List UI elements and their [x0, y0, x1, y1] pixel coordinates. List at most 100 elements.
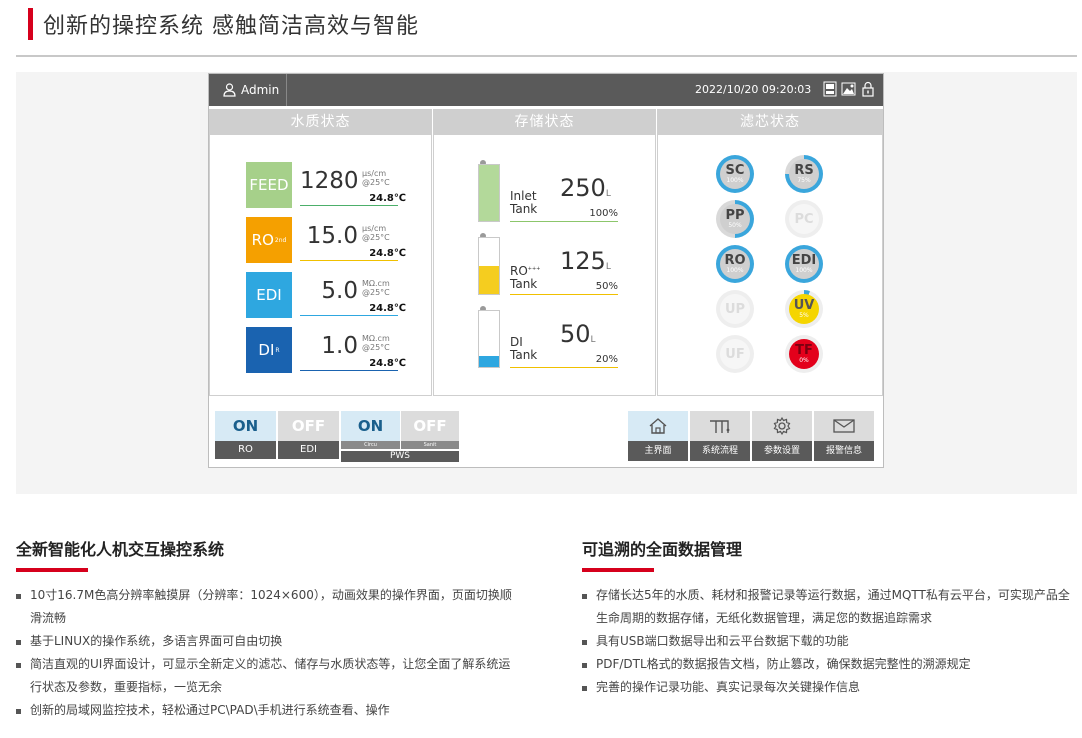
- feature-list: 存储长达5年的水质、耗材和报警记录等运行数据，通过MQTT私有云平台，可实现产品…: [582, 584, 1072, 699]
- nav-settings-button[interactable]: 参数设置: [752, 411, 812, 461]
- switch-state: ON: [215, 411, 276, 441]
- filter-edi-indicator[interactable]: EDI 100%: [785, 245, 823, 283]
- ro-switch[interactable]: ON RO: [215, 411, 276, 459]
- sensor-temp: 24.8℃: [369, 193, 406, 204]
- sensor-unit: MΩ.cm @25°C: [362, 334, 390, 352]
- filter-percent: 75%: [797, 177, 811, 184]
- unit-line: MΩ.cm: [362, 279, 390, 288]
- user-icon: [223, 83, 236, 97]
- filter-percent: 0%: [799, 357, 809, 364]
- tank-volume-unit: L: [605, 189, 611, 199]
- sensor-unit: MΩ.cm @25°C: [362, 279, 390, 297]
- screen-icon[interactable]: [822, 80, 837, 98]
- water-quality-row: FEED 1280 μs/cm @25°C 24.8℃: [246, 162, 406, 208]
- panel-title: 存储状态: [434, 110, 655, 135]
- feature-item: 简洁直观的UI界面设计，可显示全新定义的滤芯、储存与水质状态等，让您全面了解系统…: [16, 653, 516, 699]
- tank-fill: [479, 266, 499, 294]
- section-title: 全新智能化人机交互操控系统: [16, 540, 225, 559]
- switch-label: EDI: [278, 441, 339, 459]
- filter-name: EDI: [791, 253, 817, 268]
- tank-volume: 125L: [560, 247, 611, 275]
- unit-ref: @25°C: [362, 233, 390, 242]
- water-quality-row: EDI 5.0 MΩ.cm @25°C 24.8℃: [246, 272, 406, 318]
- filter-name: TF: [795, 343, 813, 358]
- sensor-badge: EDI: [246, 272, 292, 318]
- filter-name: RO: [724, 253, 746, 268]
- unit-ref: @25°C: [362, 288, 390, 297]
- tank-name-2: Tank: [510, 277, 538, 291]
- filter-tf-indicator[interactable]: TF 0%: [785, 335, 823, 373]
- panel-title: 滤芯状态: [658, 110, 882, 135]
- sensor-temp: 24.8℃: [369, 248, 406, 259]
- filter-name: PP: [725, 208, 745, 223]
- nav-home-button[interactable]: 主界面: [628, 411, 688, 461]
- tank-gauge: [478, 237, 500, 295]
- filter-percent: 100%: [726, 267, 744, 274]
- filter-sc-indicator[interactable]: SC 100%: [716, 155, 754, 193]
- switch-state: OFF: [278, 411, 339, 441]
- filter-pp-indicator[interactable]: PP 50%: [716, 200, 754, 238]
- filter-pc-indicator[interactable]: PC: [785, 200, 823, 238]
- sensor-name: EDI: [256, 286, 282, 304]
- sensor-unit: μs/cm @25°C: [362, 169, 390, 187]
- nav-label: 参数设置: [752, 441, 812, 461]
- feature-item: 基于LINUX的操作系统，多语言界面可自由切换: [16, 630, 516, 653]
- title-divider: [16, 55, 1077, 57]
- page-header: 创新的操控系统 感触简洁高效与智能: [28, 8, 419, 40]
- sensor-sup: R: [275, 346, 280, 354]
- gear-icon: [773, 416, 791, 436]
- tank-percent: 20%: [595, 354, 618, 365]
- lock-icon[interactable]: [860, 80, 875, 98]
- sensor-name: FEED: [249, 176, 289, 194]
- filter-name: UP: [724, 301, 746, 317]
- storage-panel: 存储状态 Inlet Tank 250L 100% RO+++ Tank 125L 50% DI…: [433, 109, 656, 396]
- feature-section-hmi: 全新智能化人机交互操控系统 10寸16.7M色高分辨率触摸屏（分辨率：1024×…: [16, 536, 516, 722]
- home-icon: [649, 418, 667, 434]
- filter-panel: 滤芯状态 SC 100% RS 75% PP 50% PC RO 100% EDI 100% UP UV…: [657, 109, 883, 396]
- unit-ref: @25°C: [362, 343, 390, 352]
- sensor-sup: 2nd: [274, 236, 287, 244]
- tank-volume-value: 125: [560, 247, 606, 275]
- switch-sublabel: Sanit: [401, 441, 459, 449]
- tank-fill: [479, 165, 499, 221]
- section-underline: [582, 568, 654, 572]
- sensor-unit: μs/cm @25°C: [362, 224, 390, 242]
- filter-percent: 100%: [726, 177, 744, 184]
- filter-rs-indicator[interactable]: RS 75%: [785, 155, 823, 193]
- sensor-value: 5.0: [321, 278, 358, 304]
- tank-underline: [510, 221, 618, 222]
- feature-section-data: 可追溯的全面数据管理 存储长达5年的水质、耗材和报警记录等运行数据，通过MQTT…: [582, 536, 1072, 699]
- page-title: 创新的操控系统 感触简洁高效与智能: [43, 14, 419, 39]
- edi-switch[interactable]: OFF EDI: [278, 411, 339, 459]
- nav-alarm-button[interactable]: 报警信息: [814, 411, 874, 461]
- tank-sup: +++: [527, 266, 541, 272]
- feature-item: 具有USB端口数据导出和云平台数据下载的功能: [582, 630, 1072, 653]
- tank-volume-value: 50: [560, 320, 591, 348]
- tank-underline: [510, 294, 618, 295]
- user-button[interactable]: Admin: [209, 74, 287, 106]
- nav-label: 主界面: [628, 441, 688, 461]
- user-name: Admin: [241, 83, 280, 97]
- unit-line: μs/cm: [362, 224, 387, 233]
- tank-percent: 100%: [589, 208, 618, 219]
- tank-volume: 50L: [560, 320, 596, 348]
- tank-name-1: Inlet: [510, 189, 537, 203]
- filter-name: SC: [725, 163, 745, 178]
- switch-state: ON: [341, 411, 400, 441]
- filter-up-indicator[interactable]: UP: [716, 290, 754, 328]
- feature-item: PDF/DTL格式的数据报告文档，防止篡改，确保数据完整性的溯源规定: [582, 653, 1072, 676]
- tank-name-1: RO: [510, 264, 528, 278]
- unit-ref: @25°C: [362, 178, 390, 187]
- tank-name-1: DI: [510, 335, 523, 349]
- image-icon[interactable]: [841, 80, 856, 98]
- filter-uv-indicator[interactable]: UV 5%: [785, 290, 823, 328]
- tank-underline: [510, 367, 618, 368]
- mail-icon: [833, 419, 855, 433]
- filter-uf-indicator[interactable]: UF: [716, 335, 754, 373]
- pws-label: PWS: [341, 451, 459, 462]
- tank-row: DI Tank 50L 20%: [478, 306, 618, 370]
- filter-percent: 50%: [728, 222, 742, 229]
- nav-flow-button[interactable]: 系统流程: [690, 411, 750, 461]
- tank-fill: [479, 355, 499, 367]
- filter-ro-indicator[interactable]: RO 100%: [716, 245, 754, 283]
